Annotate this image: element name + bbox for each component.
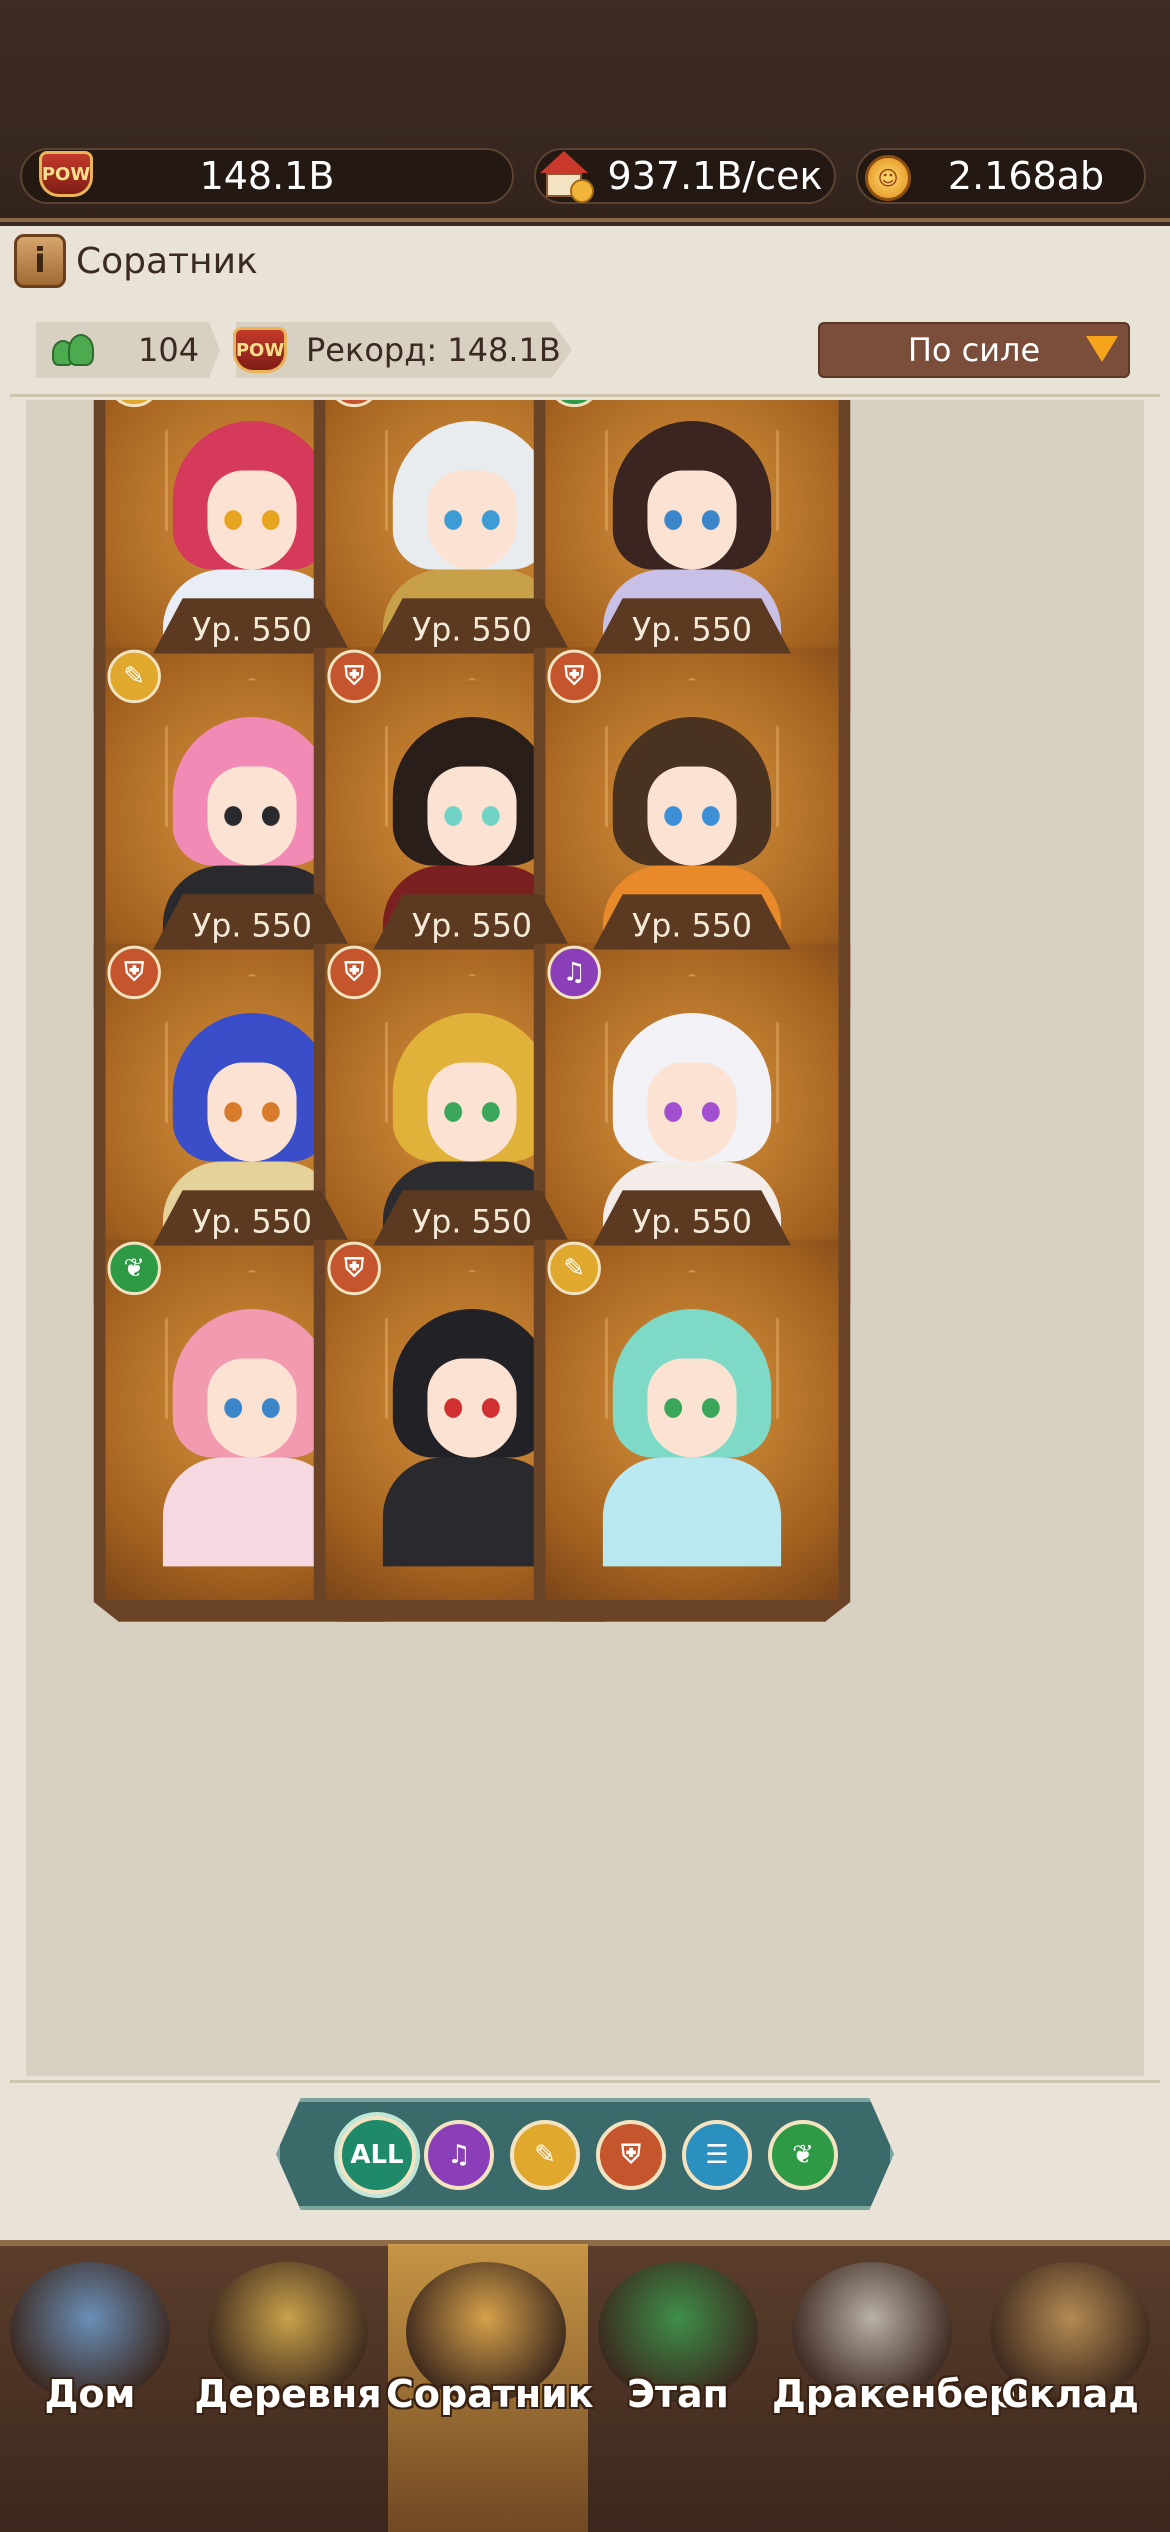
power-record-icon: POW [230, 322, 290, 378]
income-value: 937.1B/сек [607, 154, 823, 198]
nav-label: Склад [1001, 2372, 1139, 2416]
nav-label: Деревня [194, 2372, 382, 2416]
hero-level: Ур. 550 [593, 598, 791, 654]
healer-role-icon: ❦ [107, 1241, 161, 1296]
filter-book-icon[interactable]: ☰ [682, 2120, 752, 2190]
nav-item[interactable]: Склад [980, 2262, 1160, 2432]
sort-label: По силе [907, 331, 1041, 369]
support-role-icon: ✎ [107, 649, 161, 704]
filter-tank-icon[interactable]: ⛨ [596, 2120, 666, 2190]
coin-value: 2.168ab [947, 154, 1105, 198]
nav-item[interactable]: Дом [0, 2262, 180, 2432]
nav-item[interactable]: Соратник [386, 2262, 594, 2432]
music-role-icon: ♫ [547, 945, 601, 1000]
support-role-icon: ✎ [547, 1241, 601, 1296]
dropdown-arrow-icon [1086, 336, 1118, 362]
tank-role-icon: ⛨ [327, 945, 381, 1000]
nav-label: Соратник [386, 2372, 594, 2416]
coin-icon: ☺ [858, 150, 918, 206]
nav-label: Дом [44, 2372, 136, 2416]
panel-header: i Соратник [14, 232, 258, 290]
house-coin-icon [534, 148, 594, 204]
info-button[interactable]: i [14, 234, 66, 288]
hero-portrait [602, 1308, 782, 1567]
tank-role-icon: ⛨ [107, 945, 161, 1000]
tank-role-icon: ⛨ [327, 649, 381, 704]
nav-label: Дракенберг [772, 2372, 1036, 2416]
power-value: 148.1B [199, 154, 335, 198]
power-icon: POW [36, 146, 96, 202]
hero-level: Ур. 550 [593, 1190, 791, 1246]
filter-healer-icon[interactable]: ❦ [768, 2120, 838, 2190]
hero-portrait-bg [545, 1239, 839, 1601]
nav-item[interactable]: Этап [588, 2262, 768, 2432]
nav-label: Этап [627, 2372, 729, 2416]
hero-level: Ур. 550 [593, 894, 791, 950]
nav-item[interactable]: Деревня [194, 2262, 382, 2432]
filter-music-icon[interactable]: ♫ [424, 2120, 494, 2190]
record-value: Рекорд: 148.1B [306, 331, 561, 369]
filter-support-icon[interactable]: ✎ [510, 2120, 580, 2190]
hero-count-pill: 104 [36, 322, 220, 378]
divider [10, 394, 1160, 397]
sort-dropdown[interactable]: По силе [818, 322, 1130, 378]
page-title: Соратник [76, 240, 258, 282]
hero-count: 104 [138, 331, 200, 369]
tank-role-icon: ⛨ [547, 649, 601, 704]
hero-card[interactable]: Ур. 550 ✎ [533, 1190, 851, 1622]
nav-item[interactable]: Дракенберг [772, 2262, 1036, 2432]
divider [10, 2080, 1160, 2083]
hero-grid: Ур. 550 ✎ ★ Джуэлри Ур. 550 ⛨ ★★★ Паат [26, 400, 1144, 2076]
filter-all-icon[interactable]: ALL [338, 2116, 416, 2194]
tank-role-icon: ⛨ [327, 1241, 381, 1296]
people-icon [52, 332, 96, 368]
